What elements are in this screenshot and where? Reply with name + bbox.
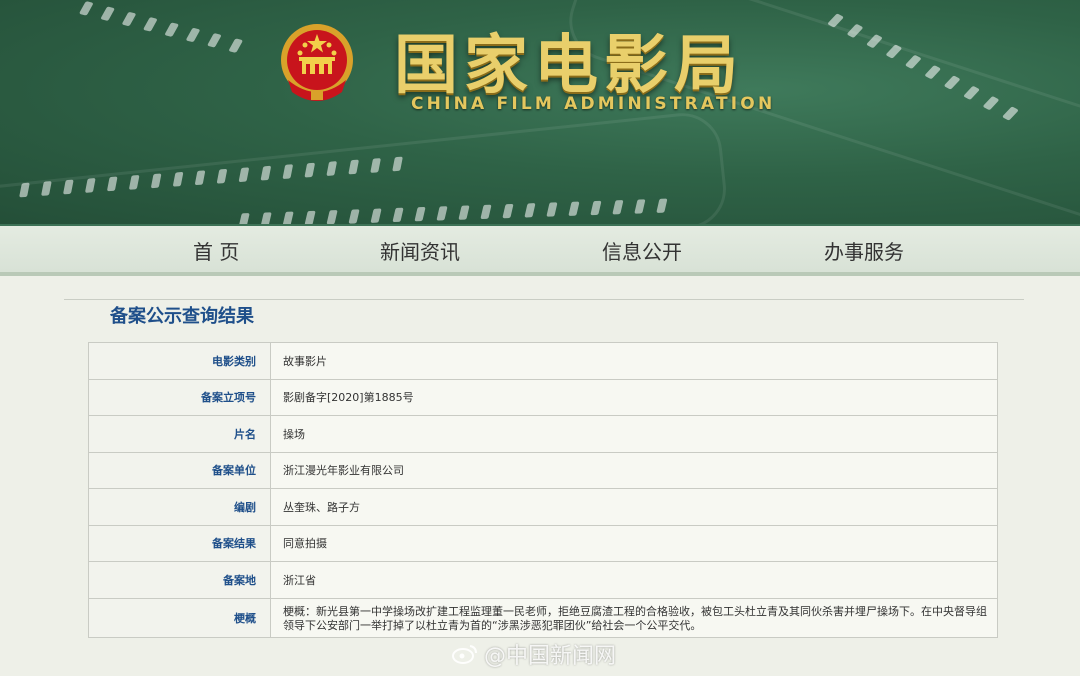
record-table: 电影类别 故事影片 备案立项号 影剧备字[2020]第1885号 片名 操场 备… bbox=[88, 342, 998, 638]
nav-home[interactable]: 首 页 bbox=[193, 236, 239, 265]
weibo-icon bbox=[452, 645, 477, 664]
field-label: 备案结果 bbox=[88, 524, 271, 562]
nav-news[interactable]: 新闻资讯 bbox=[380, 236, 460, 265]
table-row: 备案结果 同意拍摄 bbox=[88, 524, 998, 562]
field-label: 备案单位 bbox=[88, 451, 271, 489]
site-title-english: CHINA FILM ADMINISTRATION bbox=[411, 94, 776, 114]
watermark-text: @中国新闻网 bbox=[484, 644, 617, 669]
site-title-chinese: 国家电影局 bbox=[394, 28, 744, 103]
table-row: 电影类别 故事影片 bbox=[88, 342, 998, 380]
nav-info-disclosure[interactable]: 信息公开 bbox=[602, 236, 682, 265]
field-value: 丛奎珠、路子方 bbox=[270, 488, 998, 526]
table-row: 备案立项号 影剧备字[2020]第1885号 bbox=[88, 378, 998, 416]
field-label: 片名 bbox=[88, 415, 271, 453]
table-row: 编剧 丛奎珠、路子方 bbox=[88, 488, 998, 526]
header-banner: 国家电影局 CHINA FILM ADMINISTRATION bbox=[0, 0, 1080, 224]
field-value: 浙江省 bbox=[270, 561, 998, 599]
field-label: 备案地 bbox=[88, 561, 271, 599]
field-value: 影剧备字[2020]第1885号 bbox=[270, 378, 998, 416]
national-emblem-icon bbox=[281, 24, 353, 101]
watermark: @中国新闻网 bbox=[452, 638, 616, 670]
field-value: 同意拍摄 bbox=[270, 524, 998, 562]
table-row: 梗概 梗概：新光县第一中学操场改扩建工程监理董一民老师，拒绝豆腐渣工程的合格验收… bbox=[88, 597, 998, 638]
nav-services[interactable]: 办事服务 bbox=[824, 236, 904, 265]
table-row: 备案单位 浙江漫光年影业有限公司 bbox=[88, 451, 998, 489]
main-nav: 首 页 新闻资讯 信息公开 办事服务 bbox=[0, 224, 1080, 276]
field-label: 电影类别 bbox=[88, 342, 271, 380]
synopsis-text: 梗概：新光县第一中学操场改扩建工程监理董一民老师，拒绝豆腐渣工程的合格验收，被包… bbox=[270, 597, 998, 638]
section-divider bbox=[64, 299, 1024, 300]
field-label: 编剧 bbox=[88, 488, 271, 526]
table-row: 备案地 浙江省 bbox=[88, 561, 998, 599]
field-value: 操场 bbox=[270, 415, 998, 453]
field-label: 梗概 bbox=[88, 597, 271, 638]
field-value: 故事影片 bbox=[270, 342, 998, 380]
section-title: 备案公示查询结果 bbox=[110, 306, 254, 327]
field-value: 浙江漫光年影业有限公司 bbox=[270, 451, 998, 489]
field-label: 备案立项号 bbox=[88, 378, 271, 416]
film-holes-decoration bbox=[78, 1, 244, 54]
table-row: 片名 操场 bbox=[88, 415, 998, 453]
